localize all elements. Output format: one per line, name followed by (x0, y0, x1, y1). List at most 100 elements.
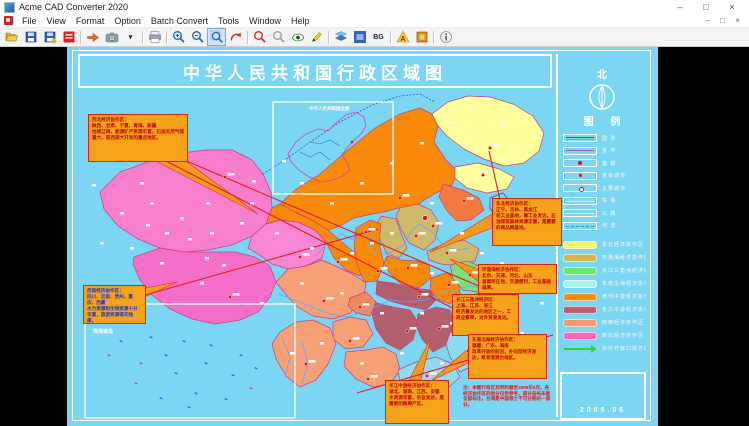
cad-canvas[interactable]: 中华人民共和国行政区域图 南海诸岛 中华人民共和国全图 西北经济协作区： 陕西、… (0, 47, 749, 426)
menu-window[interactable]: Window (244, 16, 286, 26)
toolbar-open-button[interactable] (2, 28, 21, 46)
legend-label: 东南沿海经济协作区 (602, 281, 646, 287)
toolbar-font-button[interactable]: A (393, 28, 412, 46)
legend-line-item: 主要城市 (558, 182, 646, 195)
legend-arrow-symbol (563, 344, 597, 353)
toolbar-zoom-in-button[interactable] (169, 28, 188, 46)
toolbar-separator (80, 30, 81, 44)
legend-title: 图 例 (583, 117, 628, 128)
date-box: 2005.06 (560, 372, 646, 420)
toolbar-zoom-out-button[interactable] (188, 28, 207, 46)
legend-color-swatch (563, 279, 597, 288)
legend-label: 环渤海经济协作区 (602, 255, 646, 261)
legend-line-item: 铁 路 (558, 195, 646, 208)
toolbar-separator (142, 30, 143, 44)
toolbar-separator (328, 30, 329, 44)
drawing-viewport[interactable]: 中华人民共和国行政区域图 南海诸岛 中华人民共和国全图 西北经济协作区： 陕西、… (67, 47, 658, 426)
legend-label: 公 路 (602, 210, 617, 217)
legend-line-item: 省会城市 (558, 170, 646, 183)
map-note: 注：本图行政区划资料截至2005年6月。各经济协作区的划分仅供参考，部分岛屿未能… (463, 385, 551, 408)
legend-label: 黄河中游经济协作区 (602, 294, 646, 300)
toolbar-convert-button[interactable] (83, 28, 102, 46)
mdi-close-button[interactable]: × (730, 16, 745, 25)
legend-area-item: 黄河中游经济协作区 (558, 290, 646, 303)
toolbar-layers-button[interactable] (331, 28, 350, 46)
mdi-restore-button[interactable]: □ (715, 16, 730, 25)
toolbar-capture-button[interactable] (102, 28, 121, 46)
legend-area-item: 环渤海经济协作区 (558, 251, 646, 264)
legend-label: 西北经济协作区 (602, 333, 645, 339)
legend-label: 主要城市 (602, 185, 627, 192)
toolbar-export-red-button[interactable] (59, 28, 78, 46)
legend-color-swatch (563, 305, 597, 314)
menu-batch-convert[interactable]: Batch Convert (146, 16, 213, 26)
minimize-button[interactable]: – (667, 2, 693, 12)
legend-river-symbol (563, 221, 597, 230)
map-date: 2005.06 (579, 407, 627, 414)
legend-panel: 北 图 例 国 界省 界首 都省会城市 主要城市铁 路公 路河 流 东北经济协作区… (556, 54, 646, 417)
toolbar-separator (166, 30, 167, 44)
callout-northeast: 东北经济协作区： 辽宁、吉林、黑龙江 老工业基地，重工业发达，石油煤炭森林资源丰… (492, 198, 562, 246)
legend-area-item: 西南经济协作区 (558, 316, 646, 329)
toolbar-find-button[interactable] (250, 28, 269, 46)
menu-tools[interactable]: Tools (213, 16, 244, 26)
menu-file[interactable]: File (17, 16, 42, 26)
toolbar-zoom-all-button[interactable] (269, 28, 288, 46)
legend-line-item: 国 界 (558, 132, 646, 145)
toolbar-edit-button[interactable] (307, 28, 326, 46)
legend-label: 首 都 (602, 160, 617, 167)
toolbar-zoom-previous-button[interactable] (226, 28, 245, 46)
legend-color-swatch (563, 318, 597, 327)
document-icon (4, 16, 13, 25)
toolbar-save-button[interactable] (21, 28, 40, 46)
legend-area-item: 长江三角洲经济协作区 (558, 264, 646, 277)
legend-national-symbol (563, 134, 597, 143)
legend-label: 长江三角洲经济协作区 (602, 268, 646, 274)
window-title: Acme CAD Converter 2020 (19, 2, 129, 12)
maximize-button[interactable]: □ (693, 2, 719, 12)
toolbar-about-button[interactable] (436, 28, 455, 46)
toolbar-preview-button[interactable] (288, 28, 307, 46)
map-title: 中华人民共和国行政区域图 (183, 63, 447, 83)
toolbar-bg-color-button[interactable]: BG (369, 28, 388, 46)
toolbar-background-button[interactable] (350, 28, 369, 46)
menu-help[interactable]: Help (286, 16, 315, 26)
legend-label: 对外开放口岸方向 (602, 346, 646, 352)
legend-line-item: 公 路 (558, 207, 646, 220)
inset-map-label: 中华人民共和国全图 (309, 106, 350, 111)
legend-province-symbol (563, 146, 597, 155)
legend-area-item: 对外开放口岸方向 (558, 342, 646, 355)
legend-label: 铁 路 (602, 198, 617, 205)
callout-southwest: 西南经济协作区： 四川、云南、贵州、重庆、西藏 水力资源和生物资源十分丰富，旅游… (83, 285, 146, 324)
toolbar-capture-dropdown-button[interactable]: ▾ (121, 28, 140, 46)
legend-color-swatch (563, 240, 597, 249)
compass-icon (589, 84, 615, 110)
legend-capital-symbol (563, 159, 597, 168)
callout-yangtze-delta: 长江三角洲经济区： 上海、江苏、浙江 经济最发达的地区之一，工商业繁荣，对外贸易… (452, 294, 519, 336)
title-bar: Acme CAD Converter 2020 – □ × (0, 0, 749, 14)
menu-option[interactable]: Option (109, 16, 146, 26)
mdi-minimize-button[interactable]: – (700, 16, 715, 25)
callout-mid-yangtze: 长江中游经济协作区： 湖北、湖南、江西、安徽 水资源丰富，农业发达，是重要的粮棉… (385, 380, 449, 424)
map-title-box: 中华人民共和国行政区域图 (78, 54, 552, 88)
legend-color-swatch (563, 253, 597, 262)
legend-area-item: 东南沿海经济协作区 (558, 277, 646, 290)
toolbar-print-button[interactable] (145, 28, 164, 46)
toolbar-box-button[interactable] (412, 28, 431, 46)
legend-road-symbol (563, 209, 597, 218)
legend-label: 长江中游经济协作区 (602, 307, 646, 313)
toolbar-zoom-window-button[interactable] (207, 28, 226, 46)
toolbar-save-as-button[interactable] (40, 28, 59, 46)
menu-view[interactable]: View (42, 16, 71, 26)
legend-line-items: 国 界省 界首 都省会城市 主要城市铁 路公 路河 流 (558, 132, 646, 232)
legend-color-swatch (563, 331, 597, 340)
legend-rail-symbol (563, 196, 597, 205)
close-button[interactable]: × (719, 2, 745, 12)
legend-line-item: 河 流 (558, 220, 646, 233)
legend-area-items: 东北经济协作区环渤海经济协作区长江三角洲经济协作区东南沿海经济协作区黄河中游经济… (558, 238, 646, 355)
north-label: 北 (597, 70, 607, 81)
legend-provcap-symbol (563, 171, 597, 180)
svg-text:A: A (400, 36, 405, 43)
legend-color-swatch (563, 292, 597, 301)
menu-format[interactable]: Format (71, 16, 110, 26)
